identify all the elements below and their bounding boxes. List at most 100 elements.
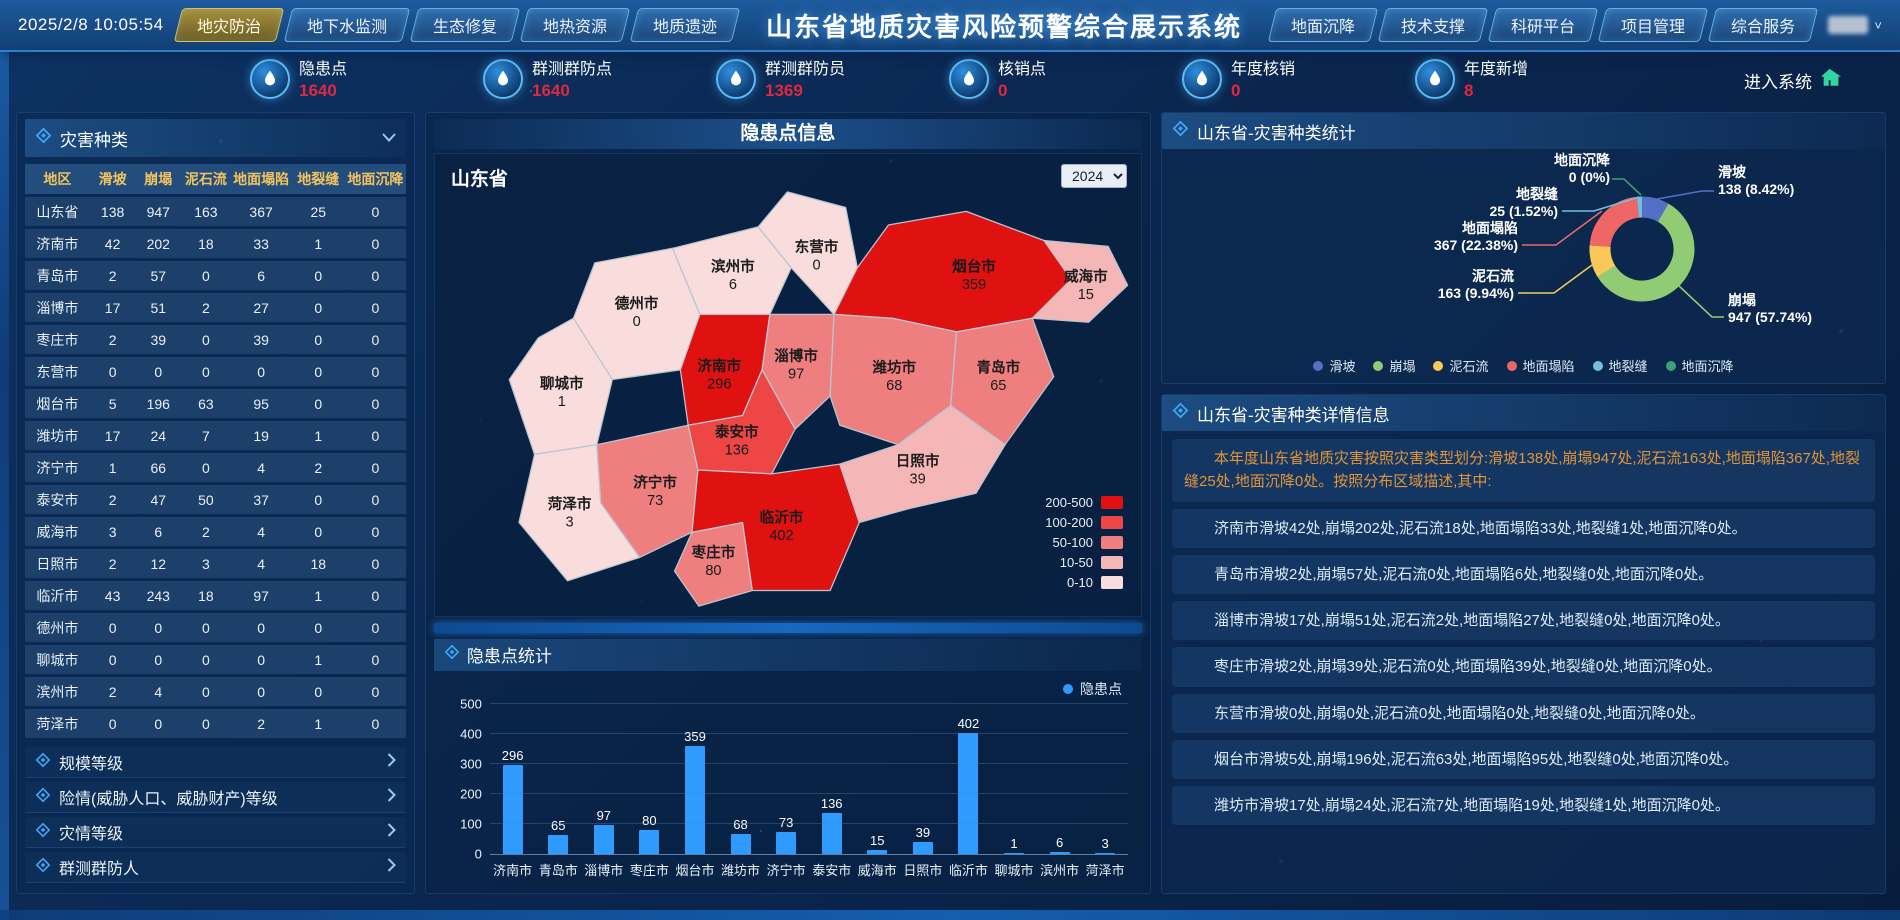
value-cell: 0: [345, 517, 406, 546]
bar-value: 97: [597, 808, 611, 823]
diamond-icon: [35, 127, 52, 149]
tab-科研平台[interactable]: 科研平台: [1488, 8, 1598, 42]
alert-pin-icon: [949, 59, 989, 99]
map-region-烟台市[interactable]: 烟台市359: [834, 211, 1071, 332]
home-icon: [1820, 67, 1842, 94]
x-label-聊城市: 聊城市: [991, 860, 1037, 879]
shandong-choropleth-map: 德州市0滨州市6东营市0烟台市359威海市15聊城市1济南市296淄博市97潍坊…: [449, 168, 1142, 617]
y-tick-0: 0: [475, 847, 482, 862]
stat-item-隐患点: 隐患点1640: [250, 59, 483, 101]
gridline-400: [490, 733, 1128, 734]
bar-rect: [731, 834, 751, 854]
disaster-types-title: 灾害种类: [60, 126, 374, 151]
value-cell: 0: [292, 293, 345, 322]
value-cell: 6: [135, 517, 181, 546]
value-cell: 12: [135, 549, 181, 578]
tab-地热资源[interactable]: 地热资源: [519, 8, 629, 42]
value-cell: 4: [231, 453, 292, 482]
legend-swatch: [1101, 536, 1123, 549]
donut-legend-item-泥石流[interactable]: 泥石流: [1433, 356, 1488, 375]
legend-label: 崩塌: [1389, 356, 1415, 375]
value-cell: 66: [135, 453, 181, 482]
value-cell: 0: [345, 293, 406, 322]
user-menu[interactable]: ˅: [1828, 16, 1882, 34]
tab-综合服务[interactable]: 综合服务: [1708, 8, 1818, 42]
chevron-down-icon: [382, 129, 396, 147]
tab-地质遗迹[interactable]: 地质遗迹: [629, 8, 739, 42]
y-tick-500: 500: [460, 697, 482, 712]
legend-range-label: 200-500: [1045, 495, 1093, 510]
accordion-item-险情(威胁人口、威胁财产)等级[interactable]: 险情(威胁人口、威胁财产)等级: [25, 782, 406, 813]
value-cell: 0: [345, 389, 406, 418]
col-header-地区: 地区: [25, 164, 90, 194]
value-cell: 2: [181, 517, 231, 546]
callout-line-地面沉降: [1612, 179, 1641, 195]
avatar: [1828, 16, 1868, 34]
stat-text: 群测群防员1369: [765, 59, 845, 101]
tab-label: 地热资源: [543, 13, 607, 37]
legend-label: 泥石流: [1449, 356, 1488, 375]
tab-地面沉降[interactable]: 地面沉降: [1268, 8, 1378, 42]
table-row: 德州市000000: [25, 613, 406, 642]
donut-legend-item-崩塌[interactable]: 崩塌: [1373, 356, 1415, 375]
year-select[interactable]: 2024: [1061, 164, 1127, 188]
value-cell: 243: [135, 581, 181, 610]
value-cell: 47: [135, 485, 181, 514]
value-cell: 39: [231, 325, 292, 354]
value-cell: 25: [292, 197, 345, 226]
gridline-100: [490, 823, 1128, 824]
table-row: 山东省138947163367250: [25, 197, 406, 226]
legend-swatch: [1101, 496, 1123, 509]
tab-技术支撑[interactable]: 技术支撑: [1378, 8, 1488, 42]
tab-地灾防治[interactable]: 地灾防治: [173, 8, 283, 42]
bar-x-labels: 济南市青岛市淄博市枣庄市烟台市潍坊市济宁市泰安市威海市日照市临沂市聊城市滨州市菏…: [490, 860, 1128, 879]
value-cell: 43: [90, 581, 136, 610]
bar-rect: [594, 825, 614, 854]
region-cell: 威海市: [25, 517, 90, 546]
value-cell: 0: [135, 645, 181, 674]
value-cell: 0: [231, 357, 292, 386]
bar-rect: [1095, 853, 1115, 854]
value-cell: 2: [90, 325, 136, 354]
disaster-types-header[interactable]: 灾害种类: [25, 119, 406, 157]
value-cell: 17: [90, 421, 136, 450]
value-cell: 0: [292, 517, 345, 546]
alert-pin-icon: [716, 59, 756, 99]
value-cell: 0: [345, 197, 406, 226]
legend-label: 地面沉降: [1682, 356, 1734, 375]
tab-生态修复[interactable]: 生态修复: [409, 8, 519, 42]
accordion-item-灾情等级[interactable]: 灾情等级: [25, 817, 406, 848]
bar-chart-legend[interactable]: 隐患点: [1063, 679, 1122, 699]
donut-legend-item-地面沉降[interactable]: 地面沉降: [1666, 356, 1734, 375]
donut-legend-item-地裂缝[interactable]: 地裂缝: [1593, 356, 1648, 375]
y-tick-100: 100: [460, 817, 482, 832]
detail-item-2: 青岛市滑坡2处,崩塌57处,泥石流0处,地面塌陷6处,地裂缝0处,地面沉降0处。: [1172, 555, 1875, 594]
value-cell: 0: [345, 357, 406, 386]
enter-system-button[interactable]: 进入系统: [1744, 67, 1842, 94]
enter-system-label: 进入系统: [1744, 68, 1812, 93]
value-cell: 367: [231, 197, 292, 226]
tab-项目管理[interactable]: 项目管理: [1598, 8, 1708, 42]
donut-legend-item-地面塌陷[interactable]: 地面塌陷: [1507, 356, 1575, 375]
y-tick-300: 300: [460, 757, 482, 772]
value-cell: 0: [181, 677, 231, 706]
legend-label: 隐患点: [1080, 679, 1122, 699]
tab-地下水监测[interactable]: 地下水监测: [283, 8, 409, 42]
stat-value: 8: [1464, 80, 1528, 101]
x-label-日照市: 日照市: [900, 860, 946, 879]
value-cell: 19: [231, 421, 292, 450]
value-cell: 0: [345, 261, 406, 290]
table-row: 枣庄市23903900: [25, 325, 406, 354]
stats-items: 隐患点1640群测群防点1640群测群防员1369核销点0年度核销0年度新增8: [250, 59, 1648, 101]
accordion-item-群测群防人[interactable]: 群测群防人: [25, 852, 406, 883]
value-cell: 50: [181, 485, 231, 514]
donut-legend-item-滑坡[interactable]: 滑坡: [1313, 356, 1355, 375]
value-cell: 0: [135, 613, 181, 642]
value-cell: 27: [231, 293, 292, 322]
value-cell: 0: [181, 453, 231, 482]
stat-item-年度核销: 年度核销0: [1182, 59, 1415, 101]
bar-value: 80: [642, 813, 656, 828]
details-list[interactable]: 本年度山东省地质灾害按照灾害类型划分:滑坡138处,崩塌947处,泥石流163处…: [1162, 431, 1885, 893]
accordion-item-规模等级[interactable]: 规模等级: [25, 747, 406, 778]
alert-pin-icon: [483, 59, 523, 99]
